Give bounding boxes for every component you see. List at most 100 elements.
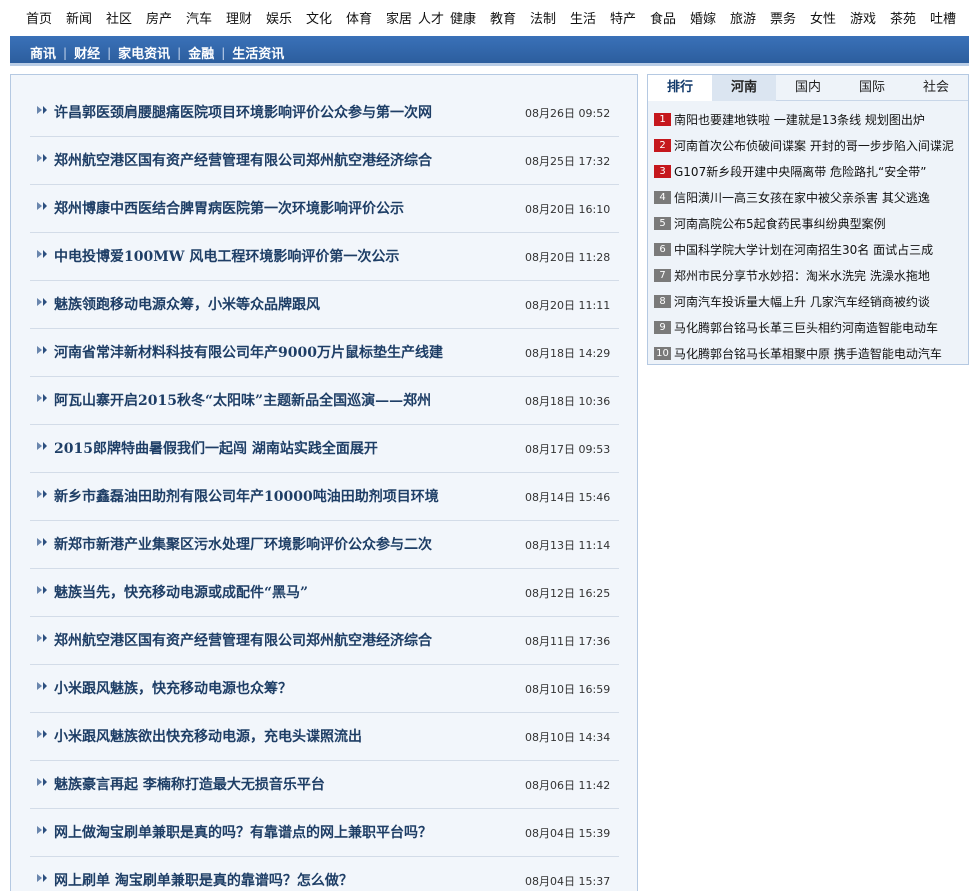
double-arrow-icon (37, 487, 49, 501)
news-date: 08月20日 11:11 (525, 299, 611, 312)
news-title-link[interactable]: 新郑市新港产业集聚区污水处理厂环境影响评价公众参与二次 (54, 534, 432, 554)
rank-list-item[interactable]: 5 河南高院公布5起食药民事纠纷典型案例 (653, 211, 969, 237)
news-title-link[interactable]: 郑州博康中西医结合脾胃病医院第一次环境影响评价公示 (54, 198, 404, 218)
top-nav-link[interactable]: 家居 (386, 8, 412, 27)
news-date: 08月20日 16:10 (525, 203, 611, 216)
news-row[interactable]: 河南省常沣新材料科技有限公司年产9000万片鼠标垫生产线建 08月18日 14:2… (30, 329, 619, 377)
top-nav-link[interactable]: 吐槽 (930, 8, 956, 27)
news-title-link[interactable]: 魅族豪言再起 李楠称打造最大无损音乐平台 (54, 774, 325, 794)
rank-item-link[interactable]: 马化腾郭台铭马长革相聚中原 携手造智能电动汽车 (674, 345, 942, 362)
top-nav-link[interactable]: 婚嫁 (690, 8, 716, 27)
tab-1[interactable]: 河南 (712, 75, 776, 101)
news-title-link[interactable]: 郑州航空港区国有资产经营管理有限公司郑州航空港经济综合 (54, 150, 432, 170)
news-date: 08月10日 14:34 (525, 731, 611, 744)
news-date: 08月06日 11:42 (525, 779, 611, 792)
top-nav-link[interactable]: 人才 (418, 8, 444, 27)
news-title-link[interactable]: 网上做淘宝刷单兼职是真的吗？有靠谱点的网上兼职平台吗？ (54, 822, 432, 842)
rank-item-link[interactable]: 南阳也要建地铁啦 一建就是13条线 规划图出炉 (674, 111, 925, 128)
rank-item-link[interactable]: 河南汽车投诉量大幅上升 几家汽车经销商被约谈 (674, 293, 930, 310)
tab-3[interactable]: 国际 (840, 75, 904, 101)
top-nav-link[interactable]: 娱乐 (266, 8, 292, 27)
top-nav-link[interactable]: 特产 (610, 8, 636, 27)
news-row[interactable]: 郑州航空港区国有资产经营管理有限公司郑州航空港经济综合 08月25日 17:32 (30, 137, 619, 185)
top-nav-link[interactable]: 教育 (490, 8, 516, 27)
ranking-panel: 排行 河南 国内 国际 社会 1 南阳也要建地铁啦 一建就是13条线 规划图出炉 2 河南首次… (647, 74, 969, 365)
double-arrow-icon (37, 343, 49, 357)
top-nav-link[interactable]: 旅游 (730, 8, 756, 27)
top-nav-link[interactable]: 汽车 (186, 8, 212, 27)
news-title-link[interactable]: 中电投博爱100MW 风电工程环境影响评价第一次公示 (54, 246, 399, 266)
top-nav-link[interactable]: 法制 (530, 8, 556, 27)
sub-nav-link[interactable]: 生活资讯 (232, 43, 284, 62)
news-row[interactable]: 小米跟风魅族，快充移动电源也众筹？ 08月10日 16:59 (30, 665, 619, 713)
top-nav: 首页 新闻 社区 房产 汽车 理财 娱乐 文化 体育 家居 人才 健康 教育 法制 生活 特产 食品 婚嫁 旅游 票务… (0, 0, 980, 34)
rank-item-link[interactable]: 郑州市民分享节水妙招：淘米水洗完 洗澡水拖地 (674, 267, 930, 284)
news-title-link[interactable]: 网上刷单 淘宝刷单兼职是真的靠谱吗？怎么做？ (54, 870, 353, 890)
rank-list-item[interactable]: 9 马化腾郭台铭马长革三巨头相约河南造智能电动车 (653, 315, 969, 341)
double-arrow-icon (37, 295, 49, 309)
news-row[interactable]: 新郑市新港产业集聚区污水处理厂环境影响评价公众参与二次 08月13日 11:14 (30, 521, 619, 569)
news-row[interactable]: 许昌郭医颈肩腰腿痛医院项目环境影响评价公众参与第一次网 08月26日 09:52 (30, 89, 619, 137)
top-nav-link[interactable]: 新闻 (66, 8, 92, 27)
rank-item-link[interactable]: 河南高院公布5起食药民事纠纷典型案例 (674, 215, 886, 232)
rank-list-item[interactable]: 6 中国科学院大学计划在河南招生30名 面试占三成 (653, 237, 969, 263)
news-title-link[interactable]: 魅族当先，快充移动电源或成配件“黑马” (54, 582, 308, 602)
sub-nav-link[interactable]: 家电资讯 (118, 43, 170, 62)
top-nav-link[interactable]: 文化 (306, 8, 332, 27)
tab-0[interactable]: 排行 (648, 75, 712, 101)
sub-nav-link[interactable]: 商讯 (30, 43, 56, 62)
rank-list-item[interactable]: 4 信阳潢川一高三女孩在家中被父亲杀害 其父逃逸 (653, 185, 969, 211)
news-title-link[interactable]: 河南省常沣新材料科技有限公司年产9000万片鼠标垫生产线建 (54, 342, 443, 362)
news-row[interactable]: 新乡市鑫磊油田助剂有限公司年产10000吨油田助剂项目环境 08月14日 15:4… (30, 473, 619, 521)
news-title-link[interactable]: 许昌郭医颈肩腰腿痛医院项目环境影响评价公众参与第一次网 (54, 102, 432, 122)
news-title-link[interactable]: 小米跟风魅族欲出快充移动电源，充电头谍照流出 (54, 726, 362, 746)
news-row[interactable]: 2015郎牌特曲暑假我们一起闯 湖南站实践全面展开 08月17日 09:53 (30, 425, 619, 473)
news-title-link[interactable]: 阿瓦山寨开启2015秋冬“太阳味”主题新品全国巡演——郑州 (54, 390, 431, 410)
news-row[interactable]: 魅族当先，快充移动电源或成配件“黑马” 08月12日 16:25 (30, 569, 619, 617)
news-row[interactable]: 魅族豪言再起 李楠称打造最大无损音乐平台 08月06日 11:42 (30, 761, 619, 809)
tab-4[interactable]: 社会 (904, 75, 968, 101)
rank-item-link[interactable]: 河南首次公布侦破间谍案 开封的哥一步步陷入间谍泥 (674, 137, 954, 154)
news-row[interactable]: 网上刷单 淘宝刷单兼职是真的靠谱吗？怎么做？ 08月04日 15:37 (30, 857, 619, 891)
rank-list-item[interactable]: 2 河南首次公布侦破间谍案 开封的哥一步步陷入间谍泥 (653, 133, 969, 159)
rank-list-item[interactable]: 8 河南汽车投诉量大幅上升 几家汽车经销商被约谈 (653, 289, 969, 315)
news-row[interactable]: 魅族领跑移动电源众筹，小米等众品牌跟风 08月20日 11:11 (30, 281, 619, 329)
top-nav-link[interactable]: 票务 (770, 8, 796, 27)
rank-number-badge: 2 (654, 139, 671, 152)
news-row[interactable]: 阿瓦山寨开启2015秋冬“太阳味”主题新品全国巡演——郑州 08月18日 10:3… (30, 377, 619, 425)
sub-nav-link[interactable]: 金融 (188, 43, 214, 62)
news-row[interactable]: 网上做淘宝刷单兼职是真的吗？有靠谱点的网上兼职平台吗？ 08月04日 15:39 (30, 809, 619, 857)
rank-item-link[interactable]: 信阳潢川一高三女孩在家中被父亲杀害 其父逃逸 (674, 189, 930, 206)
top-nav-link[interactable]: 体育 (346, 8, 372, 27)
rank-item-link[interactable]: 马化腾郭台铭马长革三巨头相约河南造智能电动车 (674, 319, 938, 336)
top-nav-link[interactable]: 房产 (146, 8, 172, 27)
rank-list-item[interactable]: 3 G107新乡段开建中央隔离带 危险路扎“安全带” (653, 159, 969, 185)
rank-item-link[interactable]: 中国科学院大学计划在河南招生30名 面试占三成 (674, 241, 933, 258)
news-title-link[interactable]: 小米跟风魅族，快充移动电源也众筹？ (54, 678, 292, 698)
sub-nav-link[interactable]: 财经 (74, 43, 100, 62)
top-nav-link[interactable]: 社区 (106, 8, 132, 27)
news-title-link[interactable]: 新乡市鑫磊油田助剂有限公司年产10000吨油田助剂项目环境 (54, 486, 439, 506)
news-row[interactable]: 小米跟风魅族欲出快充移动电源，充电头谍照流出 08月10日 14:34 (30, 713, 619, 761)
news-title-link[interactable]: 2015郎牌特曲暑假我们一起闯 湖南站实践全面展开 (54, 438, 378, 458)
news-row[interactable]: 郑州航空港区国有资产经营管理有限公司郑州航空港经济综合 08月11日 17:36 (30, 617, 619, 665)
top-nav-link[interactable]: 生活 (570, 8, 596, 27)
top-nav-link[interactable]: 健康 (450, 8, 476, 27)
news-row[interactable]: 郑州博康中西医结合脾胃病医院第一次环境影响评价公示 08月20日 16:10 (30, 185, 619, 233)
top-nav-link[interactable]: 理财 (226, 8, 252, 27)
tab-2[interactable]: 国内 (776, 75, 840, 101)
news-title-link[interactable]: 魅族领跑移动电源众筹，小米等众品牌跟风 (54, 294, 320, 314)
top-nav-link[interactable]: 茶苑 (890, 8, 916, 27)
rank-item-link[interactable]: G107新乡段开建中央隔离带 危险路扎“安全带” (674, 163, 926, 180)
news-date: 08月10日 16:59 (525, 683, 611, 696)
top-nav-link[interactable]: 游戏 (850, 8, 876, 27)
rank-list-item[interactable]: 1 南阳也要建地铁啦 一建就是13条线 规划图出炉 (653, 107, 969, 133)
rank-list-item[interactable]: 7 郑州市民分享节水妙招：淘米水洗完 洗澡水拖地 (653, 263, 969, 289)
news-title-link[interactable]: 郑州航空港区国有资产经营管理有限公司郑州航空港经济综合 (54, 630, 432, 650)
top-nav-link[interactable]: 食品 (650, 8, 676, 27)
news-row[interactable]: 中电投博爱100MW 风电工程环境影响评价第一次公示 08月20日 11:28 (30, 233, 619, 281)
top-nav-link[interactable]: 首页 (26, 8, 52, 27)
double-arrow-icon (37, 631, 49, 645)
top-nav-link[interactable]: 女性 (810, 8, 836, 27)
rank-list-item[interactable]: 10 马化腾郭台铭马长革相聚中原 携手造智能电动汽车 (653, 341, 969, 367)
